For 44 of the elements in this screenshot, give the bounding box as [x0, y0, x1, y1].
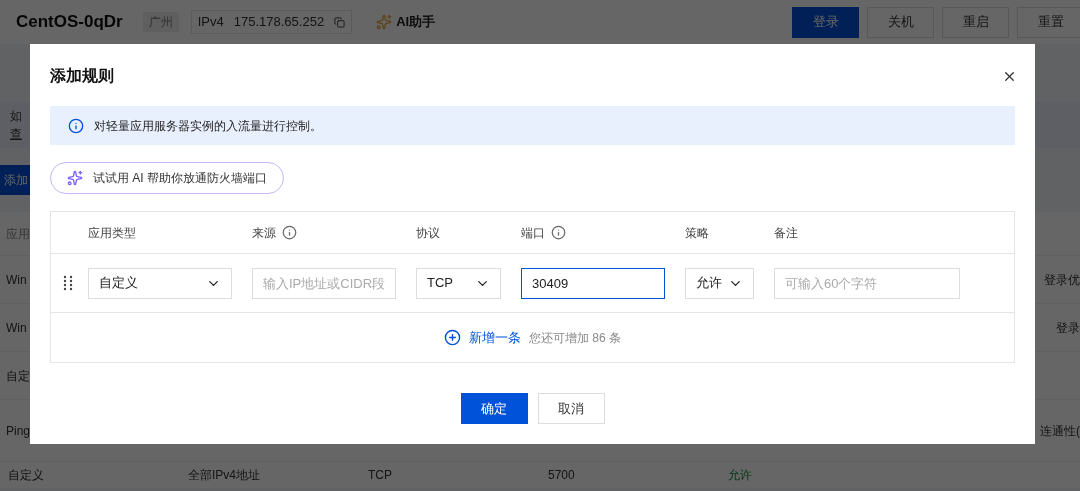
table-cell-text: 允许: [728, 468, 753, 482]
ip-tag: IPv4 175.178.65.252: [190, 10, 353, 34]
plus-circle-icon: [444, 329, 461, 346]
info-text: 对轻量应用服务器实例的入流量进行控制。: [94, 117, 322, 135]
select-field[interactable]: TCP: [416, 267, 501, 299]
table-cell-text: 5700: [548, 468, 576, 482]
ai-help-button[interactable]: 试试用 AI 帮助你放通防火墙端口: [50, 162, 284, 194]
table-cell-text: 登录优: [1044, 271, 1080, 289]
dialog-button[interactable]: 确定: [460, 393, 528, 424]
table-cell-text: 全部IPv4地址: [188, 468, 261, 482]
table-cell-text: 连通性(: [1040, 422, 1080, 440]
column-header: 策略: [685, 224, 709, 242]
table-cell-text: Win: [6, 319, 27, 337]
dialog-title: 添加规则: [50, 66, 114, 86]
dialog-button[interactable]: 取消: [537, 393, 605, 424]
sparkle-icon: [67, 170, 83, 186]
table-cell-text: Win: [6, 271, 27, 289]
table-cell-text: 登录: [1056, 319, 1080, 337]
table-cell-text: 自定: [6, 367, 30, 385]
header-button[interactable]: 重置: [1017, 6, 1080, 38]
info-icon[interactable]: [551, 225, 566, 240]
input-field[interactable]: 可输入60个字符: [774, 267, 960, 299]
table-cell-text: 自定义: [8, 468, 45, 482]
info-icon: [68, 117, 84, 134]
column-header: 端口: [521, 224, 545, 242]
drag-handle-icon[interactable]: [63, 275, 73, 291]
notice-text: 如: [10, 108, 23, 125]
header-button[interactable]: 重启: [942, 6, 1009, 38]
column-header: 来源: [252, 224, 276, 242]
table-cell-text: TCP: [368, 468, 393, 482]
input-field[interactable]: 30409: [521, 267, 665, 299]
column-header: 协议: [416, 224, 440, 242]
instance-title: CentOS-0qDr: [16, 11, 123, 34]
add-row-link[interactable]: 新增一条: [444, 327, 521, 348]
copy-icon[interactable]: [334, 16, 346, 28]
column-header: 备注: [774, 224, 798, 242]
select-field[interactable]: 自定义: [88, 267, 232, 299]
select-field[interactable]: 允许: [685, 267, 754, 299]
input-field[interactable]: 输入IP地址或CIDR段: [252, 267, 396, 299]
ai-assistant-link[interactable]: AI助手: [396, 12, 436, 32]
column-header: 应用类型: [88, 224, 136, 242]
table-cell-text: Ping: [6, 422, 31, 440]
info-icon[interactable]: [282, 225, 297, 240]
remaining-count-text: 您还可增加 86 条: [529, 329, 621, 347]
